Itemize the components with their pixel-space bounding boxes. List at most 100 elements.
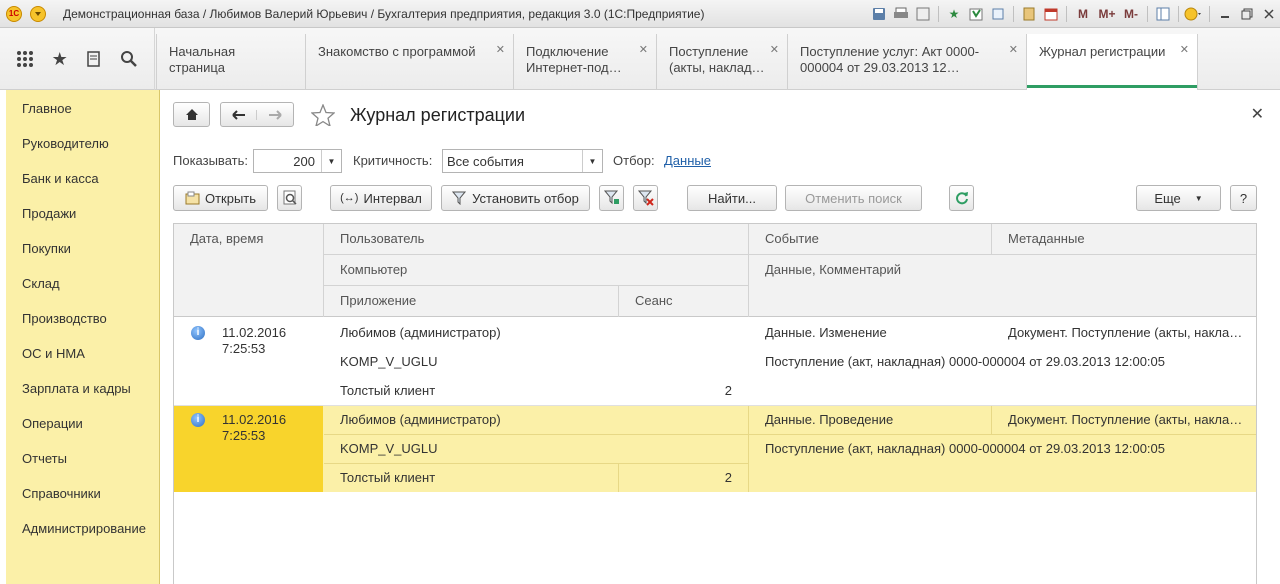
- clear-filter-icon: [637, 190, 654, 206]
- clear-filter-button[interactable]: [633, 185, 658, 211]
- sidebar-item-sales[interactable]: Продажи: [6, 196, 159, 231]
- close-window-icon[interactable]: [1259, 5, 1279, 23]
- show-label: Показывать:: [173, 153, 248, 168]
- tab-event-log[interactable]: Журнал регистрации ✕: [1026, 34, 1198, 90]
- header-metadata[interactable]: Метаданные: [992, 224, 1085, 254]
- tab-label: Начальная страница: [169, 44, 236, 75]
- find-button[interactable]: Найти...: [687, 185, 777, 211]
- favorites-star-icon[interactable]: ★: [47, 46, 73, 72]
- table-row[interactable]: i 11.02.2016 7:25:53 Любимов (администра…: [174, 318, 1256, 405]
- cell-data: Поступление (акт, накладная) 0000-000004…: [765, 441, 1166, 456]
- tab-label: Поступление (акты, наклад…: [669, 44, 765, 75]
- tab-close-icon[interactable]: ✕: [496, 42, 505, 58]
- favorites-icon[interactable]: ★: [944, 5, 964, 23]
- memory-m-button[interactable]: M: [1072, 5, 1094, 23]
- sidebar-item-payroll[interactable]: Зарплата и кадры: [6, 371, 159, 406]
- divider: [618, 463, 619, 492]
- search-icon[interactable]: [116, 46, 142, 72]
- sidebar-item-operations[interactable]: Операции: [6, 406, 159, 441]
- print-icon[interactable]: [891, 5, 911, 23]
- link-icon[interactable]: [988, 5, 1008, 23]
- window-titlebar: 1С Демонстрационная база / Любимов Валер…: [0, 0, 1280, 28]
- show-count-field[interactable]: 200 ▼: [253, 149, 342, 173]
- chevron-down-icon[interactable]: ▼: [582, 150, 602, 172]
- more-menu-button[interactable]: Еще ▼: [1136, 185, 1221, 211]
- calculator-icon[interactable]: [1019, 5, 1039, 23]
- cancel-search-button-label: Отменить поиск: [805, 190, 902, 206]
- save-icon[interactable]: [869, 5, 889, 23]
- filter-icon: [452, 191, 467, 205]
- history-clock-icon[interactable]: [81, 46, 107, 72]
- sidebar-item-purchases[interactable]: Покупки: [6, 231, 159, 266]
- info-dropdown-icon[interactable]: [1184, 5, 1204, 23]
- tab-internet-connection[interactable]: Подключение Интернет-под… ✕: [513, 34, 656, 90]
- tab-close-icon[interactable]: ✕: [1009, 42, 1018, 58]
- restore-icon[interactable]: [1237, 5, 1257, 23]
- interval-button[interactable]: (↔) Интервал: [330, 185, 432, 211]
- memory-minus-button[interactable]: M-: [1120, 5, 1142, 23]
- header-computer[interactable]: Компьютер: [324, 255, 407, 285]
- header-session[interactable]: Сеанс: [619, 286, 673, 316]
- sidebar-item-administration[interactable]: Администрирование: [6, 511, 159, 546]
- view-session-button[interactable]: [277, 185, 302, 211]
- header-user[interactable]: Пользователь: [324, 224, 424, 254]
- page-title: Журнал регистрации: [350, 105, 526, 125]
- sidebar-item-bank-cash[interactable]: Банк и касса: [6, 161, 159, 196]
- header-data-comment[interactable]: Данные, Комментарий: [749, 255, 901, 285]
- separator: [1178, 6, 1179, 22]
- tab-services-receipt[interactable]: Поступление услуг: Акт 0000-000004 от 29…: [787, 34, 1026, 90]
- sidebar-item-fixed-assets[interactable]: ОС и НМА: [6, 336, 159, 371]
- sidebar-item-warehouse[interactable]: Склад: [6, 266, 159, 301]
- apps-grid-icon[interactable]: [12, 46, 38, 72]
- cancel-search-button[interactable]: Отменить поиск: [785, 185, 922, 211]
- severity-select[interactable]: Все события ▼: [442, 149, 603, 173]
- tab-label: Поступление услуг: Акт 0000-000004 от 29…: [800, 44, 980, 75]
- home-button[interactable]: [173, 102, 210, 127]
- table-row-selected[interactable]: i 11.02.2016 7:25:53 Любимов (администра…: [174, 405, 1256, 492]
- history-icon[interactable]: [966, 5, 986, 23]
- sidebar-item-production[interactable]: Производство: [6, 301, 159, 336]
- titlebar-toolbar: ★ M M+ M-: [868, 4, 1280, 24]
- tab-close-icon[interactable]: ✕: [1180, 42, 1189, 58]
- sidebar-item-main[interactable]: Главное: [6, 91, 159, 126]
- open-windows-panel: ★ Начальная страница Знакомство с програ…: [0, 28, 1280, 90]
- header-datetime[interactable]: Дата, время: [174, 224, 263, 254]
- chevron-down-icon[interactable]: ▼: [321, 150, 341, 172]
- cell-metadata: Документ. Поступление (акты, накла…: [1008, 325, 1243, 340]
- header-event[interactable]: Событие: [749, 224, 819, 254]
- main-menu-button[interactable]: [30, 6, 46, 22]
- event-log-table[interactable]: Дата, время Пользователь Событие Метадан…: [173, 223, 1257, 584]
- sidebar-item-director[interactable]: Руководителю: [6, 126, 159, 161]
- memory-plus-button[interactable]: M+: [1096, 5, 1118, 23]
- refresh-button[interactable]: [949, 185, 974, 211]
- panels-icon[interactable]: [1153, 5, 1173, 23]
- header-application[interactable]: Приложение: [324, 286, 416, 316]
- more-button-label: Еще: [1154, 190, 1181, 206]
- help-button[interactable]: ?: [1230, 185, 1257, 211]
- cell-computer: KOMP_V_UGLU: [340, 441, 438, 456]
- row-divider: [174, 405, 1256, 406]
- sections-sidebar: Главное Руководителю Банк и касса Продаж…: [6, 90, 160, 584]
- cell-session: 2: [724, 383, 732, 398]
- sidebar-item-reports[interactable]: Отчеты: [6, 441, 159, 476]
- separator: [1066, 6, 1067, 22]
- back-arrow-icon[interactable]: [221, 109, 257, 120]
- tab-close-icon[interactable]: ✕: [639, 42, 648, 58]
- tab-receipts-list[interactable]: Поступление (акты, наклад… ✕: [656, 34, 787, 90]
- forward-arrow-icon[interactable]: [257, 109, 293, 120]
- favorite-star-icon[interactable]: [310, 103, 336, 129]
- find-button-label: Найти...: [708, 190, 756, 206]
- filter-data-link[interactable]: Данные: [664, 153, 711, 168]
- tab-start-page[interactable]: Начальная страница: [156, 34, 305, 90]
- open-button[interactable]: Открыть: [173, 185, 268, 211]
- minimize-icon[interactable]: [1215, 5, 1235, 23]
- tab-intro[interactable]: Знакомство с программой ✕: [305, 34, 513, 90]
- filter-by-value-button[interactable]: [599, 185, 624, 211]
- set-filter-button[interactable]: Установить отбор: [441, 185, 590, 211]
- sidebar-item-catalogs[interactable]: Справочники: [6, 476, 159, 511]
- preview-icon[interactable]: [913, 5, 933, 23]
- tab-close-icon[interactable]: ✕: [770, 42, 779, 58]
- close-form-icon[interactable]: ✕: [1251, 104, 1264, 124]
- quick-access-panel: ★: [0, 28, 155, 90]
- calendar-icon[interactable]: [1041, 5, 1061, 23]
